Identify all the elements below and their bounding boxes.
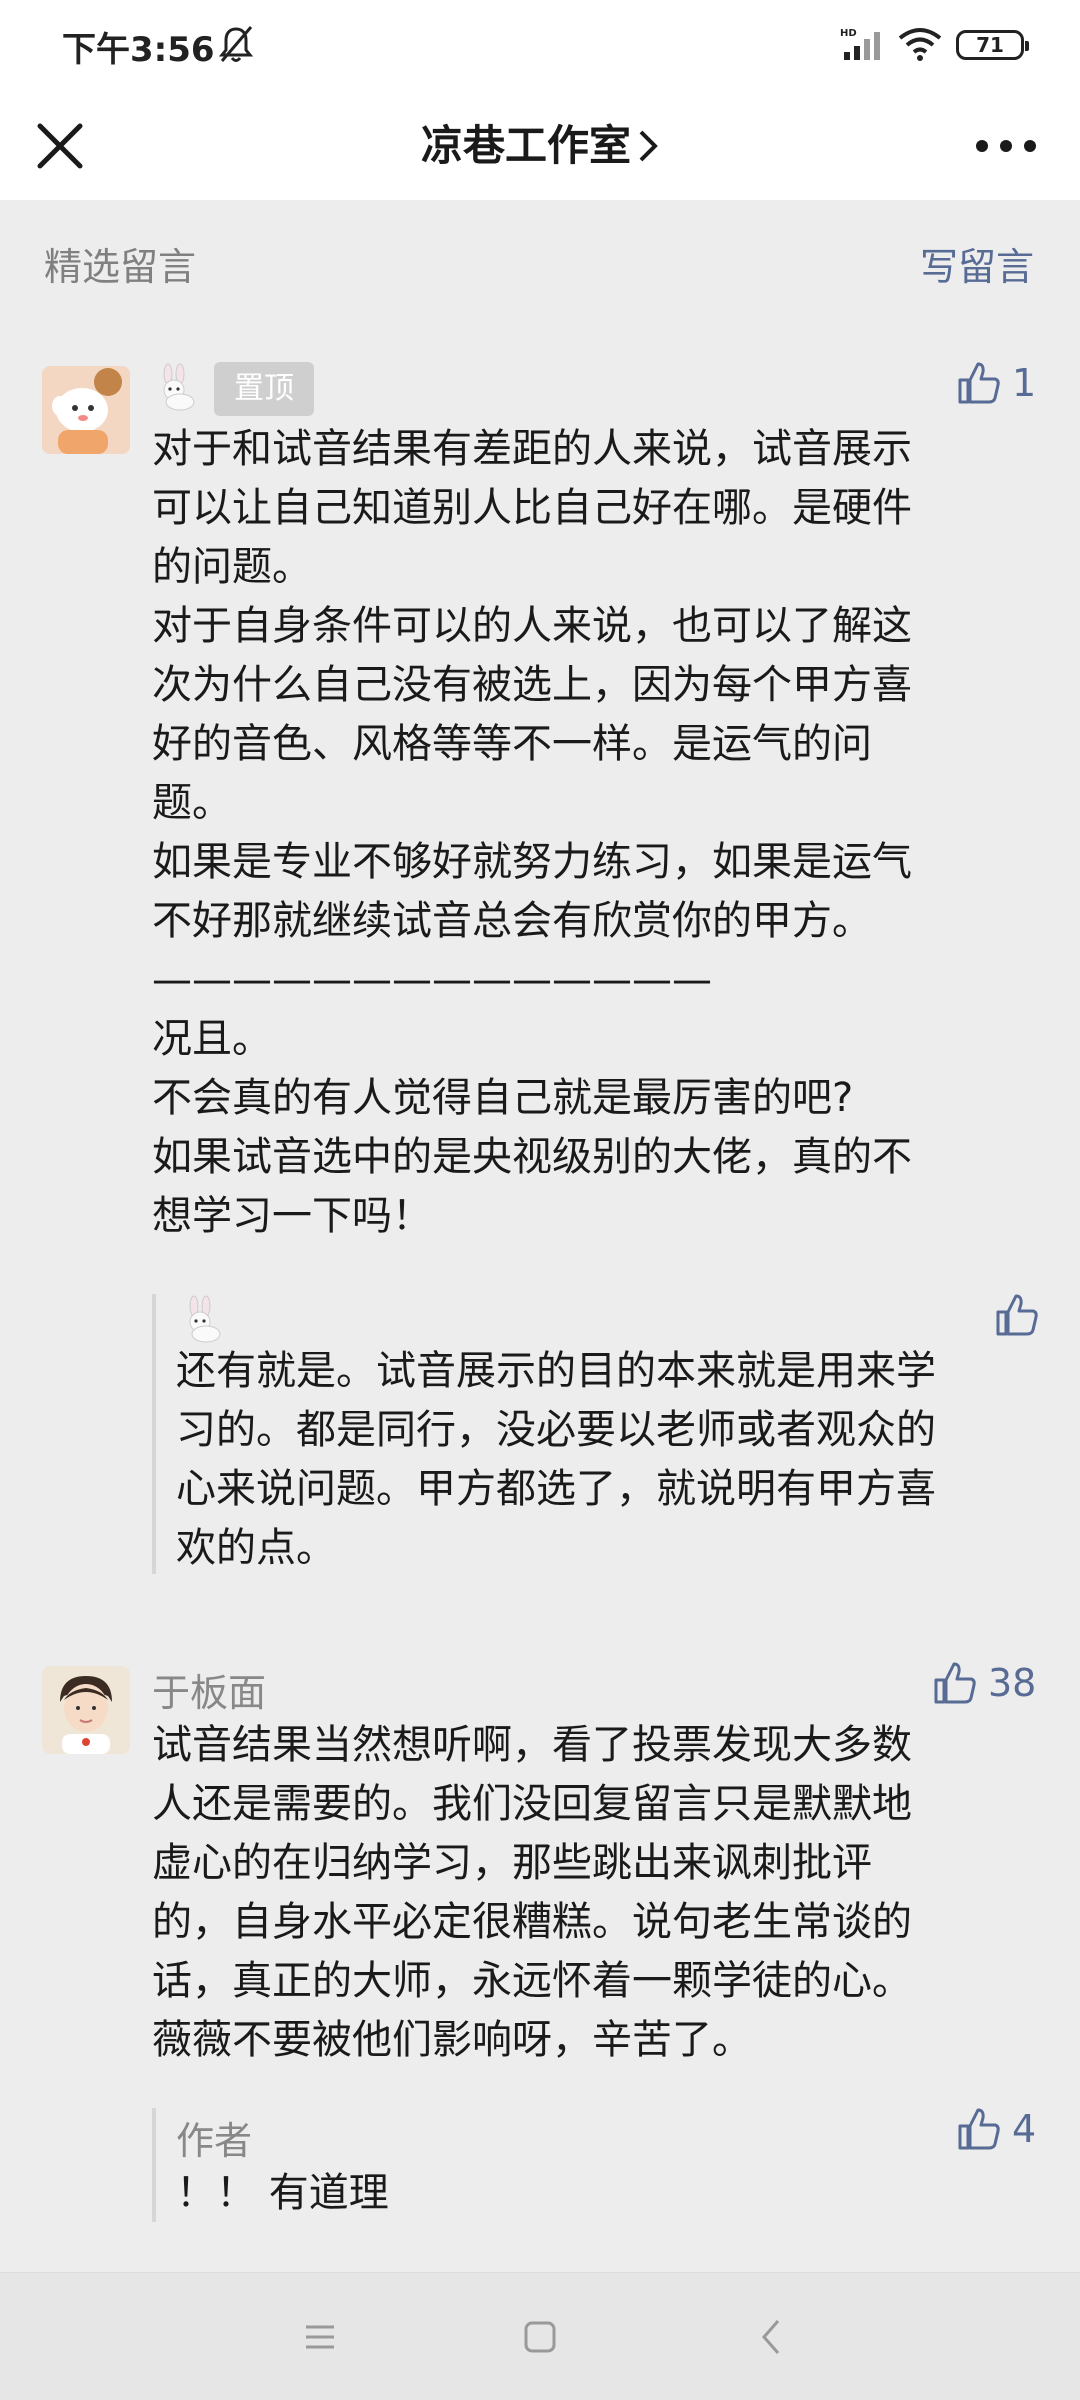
- avatar[interactable]: [42, 366, 130, 454]
- comment-nickname: 于板面: [152, 1671, 267, 1715]
- reply-block: 作者 4 ！！ 有道理: [152, 2106, 1052, 2222]
- like-button[interactable]: 38: [932, 1660, 1036, 1706]
- signal-icon: HD: [840, 28, 880, 60]
- write-comment-button[interactable]: 写留言: [920, 236, 1034, 291]
- rabbit-icon: [163, 363, 195, 411]
- more-icon[interactable]: [968, 118, 1044, 174]
- reply-like-button[interactable]: 4: [956, 2106, 1036, 2152]
- comment-text: 试音结果当然想听啊，看了投票发现大多数 人还是需要的。我们没回复留言只是默默地 …: [152, 1722, 912, 2063]
- home-icon[interactable]: [512, 2309, 568, 2365]
- reply-like-count: 4: [1012, 2107, 1037, 2151]
- nav-title-wrap: 凉巷工作室: [0, 92, 1080, 200]
- avatar[interactable]: [42, 1666, 130, 1754]
- like-count: 38: [988, 1661, 1037, 1705]
- thumbs-up-icon: [996, 1294, 1038, 1336]
- account-title: 凉巷工作室: [420, 121, 631, 170]
- pinned-badge: 置顶: [214, 362, 314, 416]
- thumbs-up-icon: [958, 2108, 1000, 2150]
- thumbs-up-icon: [958, 362, 1000, 404]
- reply-author: 作者: [176, 2119, 253, 2163]
- reply-like-button[interactable]: [994, 1292, 1050, 1338]
- wifi-icon: [898, 28, 942, 61]
- menu-icon[interactable]: [292, 2309, 348, 2365]
- battery-indicator: 71: [956, 30, 1029, 60]
- svg-text:HD: HD: [840, 28, 857, 39]
- status-time: 下午3:56: [62, 30, 215, 70]
- featured-comments-label: 精选留言: [44, 245, 197, 289]
- nav-bar: 凉巷工作室: [0, 92, 1080, 200]
- account-title-link[interactable]: 凉巷工作室: [421, 121, 659, 170]
- close-icon[interactable]: [28, 114, 92, 178]
- rabbit-icon: [189, 1295, 221, 1343]
- back-icon[interactable]: [744, 2309, 800, 2365]
- like-count: 1: [1012, 361, 1037, 405]
- notifications-off-icon: [218, 26, 254, 62]
- thumbs-up-icon: [934, 1662, 976, 1704]
- chevron-right-icon: [639, 130, 658, 162]
- reply-block: 还有就是。试音展示的目的本来就是用来学 习的。都是同行，没必要以老师或者观众的 …: [152, 1294, 1052, 1574]
- like-button[interactable]: 1: [956, 360, 1036, 406]
- system-nav-bar: [0, 2272, 1080, 2400]
- section-header: 精选留言 写留言: [0, 200, 1080, 320]
- reply-text: 还有就是。试音展示的目的本来就是用来学 习的。都是同行，没必要以老师或者观众的 …: [176, 1348, 936, 1571]
- reply-text: ！！ 有道理: [176, 2170, 389, 2216]
- status-bar: 下午3:56 HD 71: [0, 0, 1080, 92]
- comment-text: 对于和试音结果有差距的人来说，试音展示 可以让自己知道别人比自己好在哪。是硬件 …: [152, 426, 912, 1239]
